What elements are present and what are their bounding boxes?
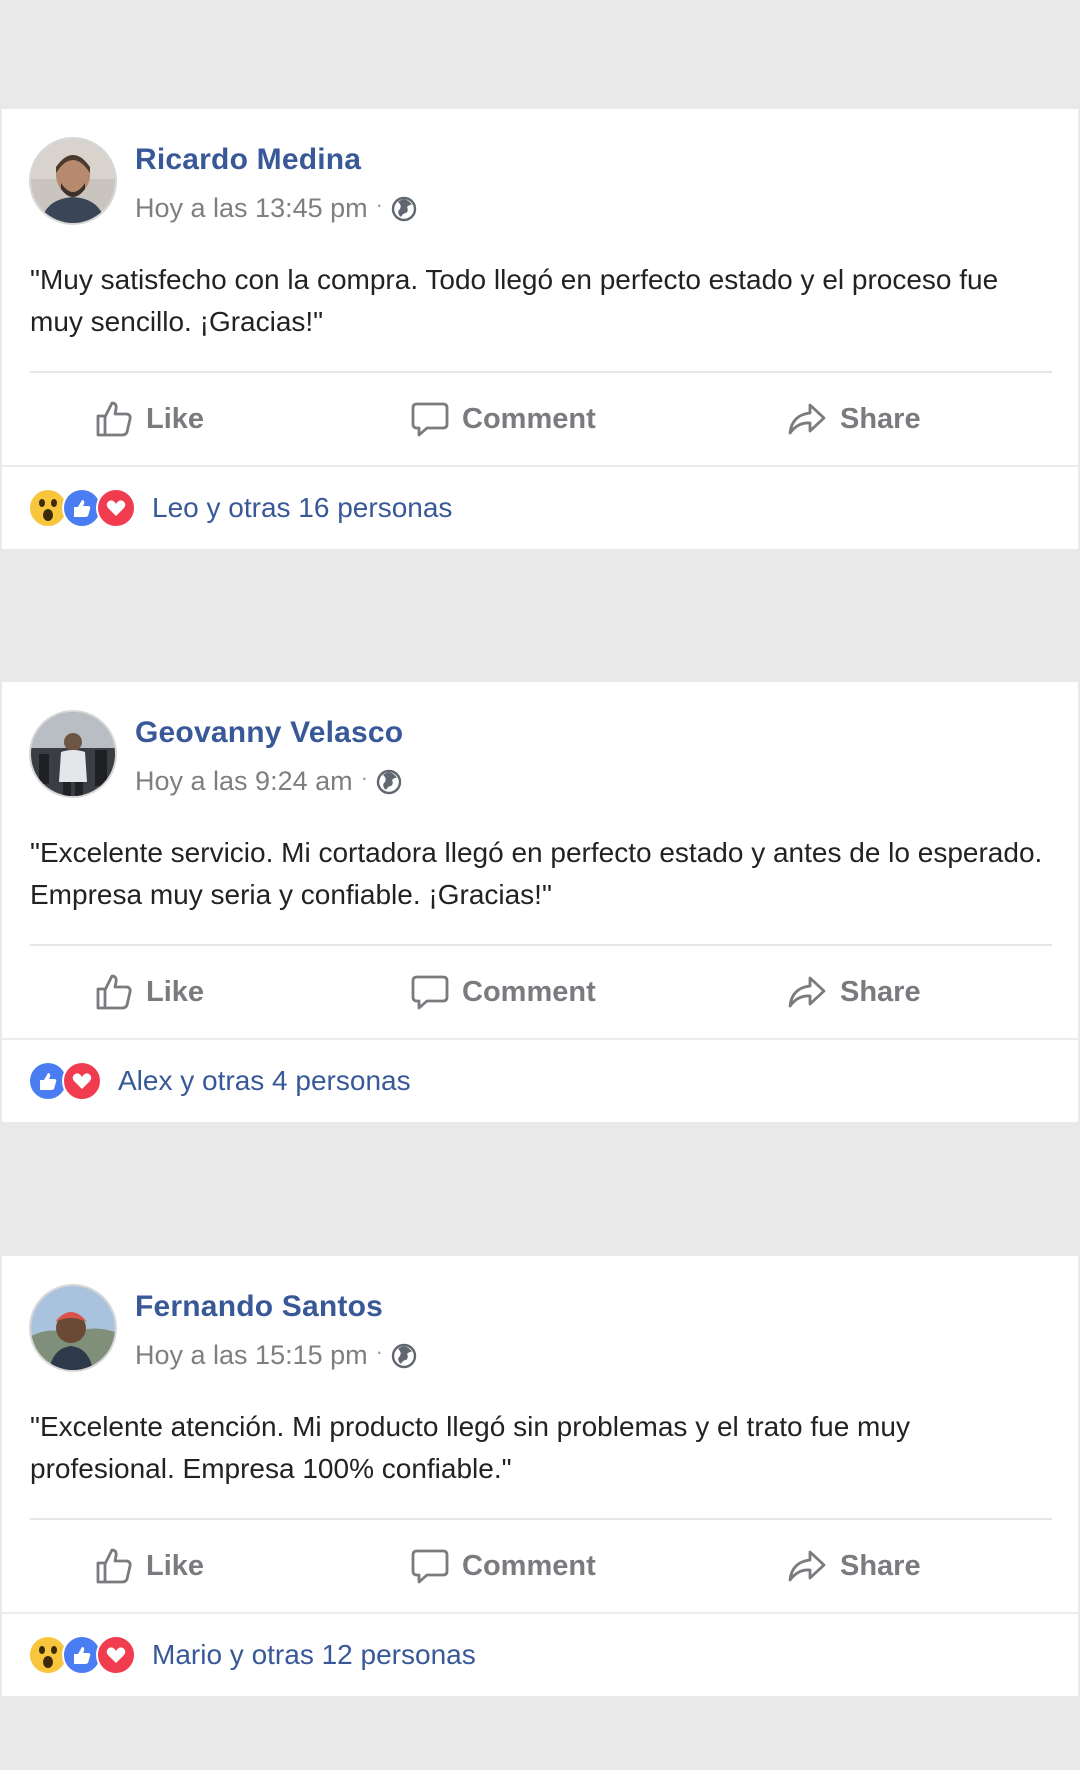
author-name[interactable]: Geovanny Velasco: [135, 716, 403, 750]
reaction-text[interactable]: Mario y otras 12 personas: [152, 1639, 476, 1671]
reaction-text[interactable]: Alex y otras 4 personas: [118, 1065, 411, 1097]
post-meta: Hoy a las 15:15 pm ·: [135, 1338, 417, 1371]
share-button[interactable]: Share: [786, 1520, 921, 1612]
author-name[interactable]: Fernando Santos: [135, 1290, 383, 1324]
comment-bubble-icon: [411, 1549, 449, 1584]
comment-label: Comment: [462, 975, 596, 1008]
timestamp[interactable]: Hoy a las 15:15 pm: [135, 1340, 368, 1371]
share-button[interactable]: Share: [786, 946, 921, 1038]
share-label: Share: [840, 975, 921, 1008]
globe-icon: [376, 769, 402, 794]
share-label: Share: [840, 402, 921, 435]
comment-button[interactable]: Comment: [410, 373, 596, 465]
post-actions: Like Comment Share: [2, 373, 1078, 465]
reactions-summary[interactable]: Mario y otras 12 personas: [28, 1614, 476, 1696]
reaction-icons: [28, 1061, 102, 1101]
reaction-icons: [28, 488, 136, 528]
thumbs-up-icon: [96, 974, 132, 1010]
comment-label: Comment: [462, 1549, 596, 1582]
share-arrow-icon: [788, 403, 826, 435]
reactions-summary[interactable]: Alex y otras 4 personas: [28, 1040, 411, 1122]
post-text: "Excelente atención. Mi producto llegó s…: [30, 1411, 910, 1484]
like-label: Like: [146, 1549, 205, 1582]
love-reaction-icon: [62, 1061, 102, 1101]
love-reaction-icon: [96, 488, 136, 528]
separator-dot: ·: [375, 191, 383, 217]
reaction-text[interactable]: Leo y otras 16 personas: [152, 492, 452, 524]
share-label: Share: [840, 1549, 921, 1582]
avatar[interactable]: [29, 137, 117, 225]
comment-button[interactable]: Comment: [410, 1520, 596, 1612]
post-text: "Muy satisfecho con la compra. Todo lleg…: [30, 264, 999, 337]
post-card: Fernando Santos Hoy a las 15:15 pm · "Ex…: [2, 1256, 1078, 1696]
comment-button[interactable]: Comment: [410, 946, 596, 1038]
thumbs-up-icon: [96, 401, 132, 437]
like-button[interactable]: Like: [94, 1520, 204, 1612]
globe-icon: [391, 1343, 417, 1368]
comment-bubble-icon: [411, 402, 449, 437]
thumbs-up-icon: [96, 1548, 132, 1584]
comment-bubble-icon: [411, 975, 449, 1010]
post-actions: Like Comment Share: [2, 1520, 1078, 1612]
like-button[interactable]: Like: [94, 946, 204, 1038]
timestamp[interactable]: Hoy a las 13:45 pm: [135, 193, 368, 224]
reaction-icons: [28, 1635, 136, 1675]
avatar[interactable]: [29, 710, 117, 798]
share-arrow-icon: [788, 976, 826, 1008]
reactions-summary[interactable]: Leo y otras 16 personas: [28, 467, 452, 549]
timestamp[interactable]: Hoy a las 9:24 am: [135, 766, 353, 797]
separator-dot: ·: [375, 1338, 383, 1364]
post-text: "Excelente servicio. Mi cortadora llegó …: [30, 837, 1043, 910]
author-name[interactable]: Ricardo Medina: [135, 143, 361, 177]
like-button[interactable]: Like: [94, 373, 204, 465]
love-reaction-icon: [96, 1635, 136, 1675]
post-card: Ricardo Medina Hoy a las 13:45 pm · "Muy…: [2, 109, 1078, 549]
post-actions: Like Comment Share: [2, 946, 1078, 1038]
separator-dot: ·: [360, 764, 368, 790]
comment-label: Comment: [462, 402, 596, 435]
avatar[interactable]: [29, 1284, 117, 1372]
share-arrow-icon: [788, 1550, 826, 1582]
globe-icon: [391, 196, 417, 221]
post-meta: Hoy a las 9:24 am ·: [135, 764, 402, 797]
like-label: Like: [146, 975, 205, 1008]
like-label: Like: [146, 402, 205, 435]
post-meta: Hoy a las 13:45 pm ·: [135, 191, 417, 224]
post-card: Geovanny Velasco Hoy a las 9:24 am · "Ex…: [2, 682, 1078, 1122]
share-button[interactable]: Share: [786, 373, 921, 465]
